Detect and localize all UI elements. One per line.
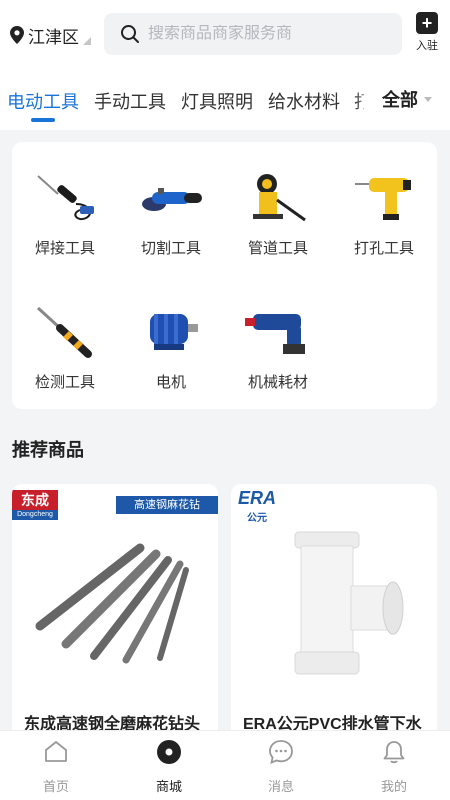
tab-truncated[interactable]: 打: [354, 88, 364, 114]
message-icon: [269, 740, 293, 764]
brand-english: Dongcheng: [12, 510, 58, 520]
nav-messages[interactable]: 消息: [241, 739, 321, 795]
tab-lighting[interactable]: 灯具照明: [181, 88, 253, 114]
test-pen-icon: [36, 306, 92, 358]
tab-water-supply[interactable]: 给水材料: [268, 88, 340, 114]
category-label: 焊接工具: [34, 240, 95, 257]
tab-electric-tools[interactable]: 电动工具: [7, 88, 79, 114]
brand-logo: 东成 Dongcheng: [12, 490, 58, 520]
category-label: 检测工具: [34, 374, 95, 391]
all-categories-label: 全部: [382, 90, 418, 110]
category-label: 电机: [155, 374, 186, 391]
angle-grinder-icon: [142, 188, 202, 211]
brand-logo: ERA 公元: [233, 488, 281, 524]
search-input[interactable]: [148, 25, 388, 43]
join-label: 入驻: [416, 40, 438, 52]
category-label: 管道工具: [247, 240, 308, 257]
category-item[interactable]: 检测工具: [20, 304, 110, 392]
bottom-navigation: 首页 商城 消息 我的: [0, 730, 450, 800]
category-label: 切割工具: [140, 240, 201, 257]
bell-icon: [383, 741, 405, 764]
product-card[interactable]: ERA 公元 ERA公元PVC排水管下水: [231, 484, 437, 744]
section-title: 推荐商品: [12, 440, 84, 460]
brand-name: 东成: [21, 492, 49, 508]
electric-motor-icon: [150, 314, 198, 350]
tab-hand-tools[interactable]: 手动工具: [94, 88, 166, 114]
location-caret-icon: [83, 37, 91, 45]
location-name: 江津区: [28, 27, 79, 47]
search-icon: [121, 25, 139, 43]
category-item[interactable]: 机械耗材: [233, 304, 323, 392]
drill-icon: [355, 178, 411, 220]
category-label: 打孔工具: [353, 240, 414, 257]
product-banner: 高速钢麻花钻: [116, 496, 218, 514]
top-bar: 江津区 + 入驻: [0, 0, 450, 70]
all-categories-button[interactable]: 全部: [373, 74, 450, 124]
product-card[interactable]: 东成 Dongcheng 高速钢麻花钻 东成高速钢全磨麻花钻头: [12, 484, 218, 744]
nav-home[interactable]: 首页: [16, 739, 96, 795]
brand-name: ERA: [237, 488, 276, 508]
pipe-threader-icon: [253, 174, 306, 222]
nav-mall[interactable]: 商城: [129, 739, 209, 795]
rotary-hammer-icon: [245, 314, 305, 354]
nav-label: 首页: [42, 779, 69, 794]
pvc-tee-image: [294, 531, 404, 675]
location-pin-icon: [10, 26, 24, 44]
join-button[interactable]: + 入驻: [410, 12, 444, 53]
drill-bits-image: [35, 543, 189, 664]
category-item[interactable]: 电机: [126, 304, 216, 392]
nav-label: 消息: [267, 779, 294, 794]
category-item[interactable]: 焊接工具: [20, 170, 110, 258]
location-selector[interactable]: 江津区: [10, 22, 91, 48]
active-tab-indicator: [31, 118, 55, 122]
home-icon: [45, 741, 67, 762]
mall-icon: [157, 740, 181, 764]
category-grid: 焊接工具 切割工具 管道工具 打孔工具 检测工具 电机 机械耗材: [12, 142, 437, 409]
chevron-down-icon: [424, 96, 432, 102]
category-item[interactable]: 切割工具: [126, 170, 216, 258]
category-item[interactable]: 打孔工具: [339, 170, 429, 258]
brand-chinese: 公元: [247, 513, 267, 524]
join-plus-icon: +: [416, 12, 438, 34]
soldering-iron-icon: [37, 175, 94, 220]
banner-text: 高速钢麻花钻: [134, 499, 200, 511]
nav-profile[interactable]: 我的: [354, 739, 434, 795]
category-label: 机械耗材: [247, 374, 308, 391]
search-bar[interactable]: [104, 13, 402, 55]
category-item[interactable]: 管道工具: [233, 170, 323, 258]
nav-label: 我的: [380, 779, 407, 794]
nav-label: 商城: [155, 779, 182, 794]
